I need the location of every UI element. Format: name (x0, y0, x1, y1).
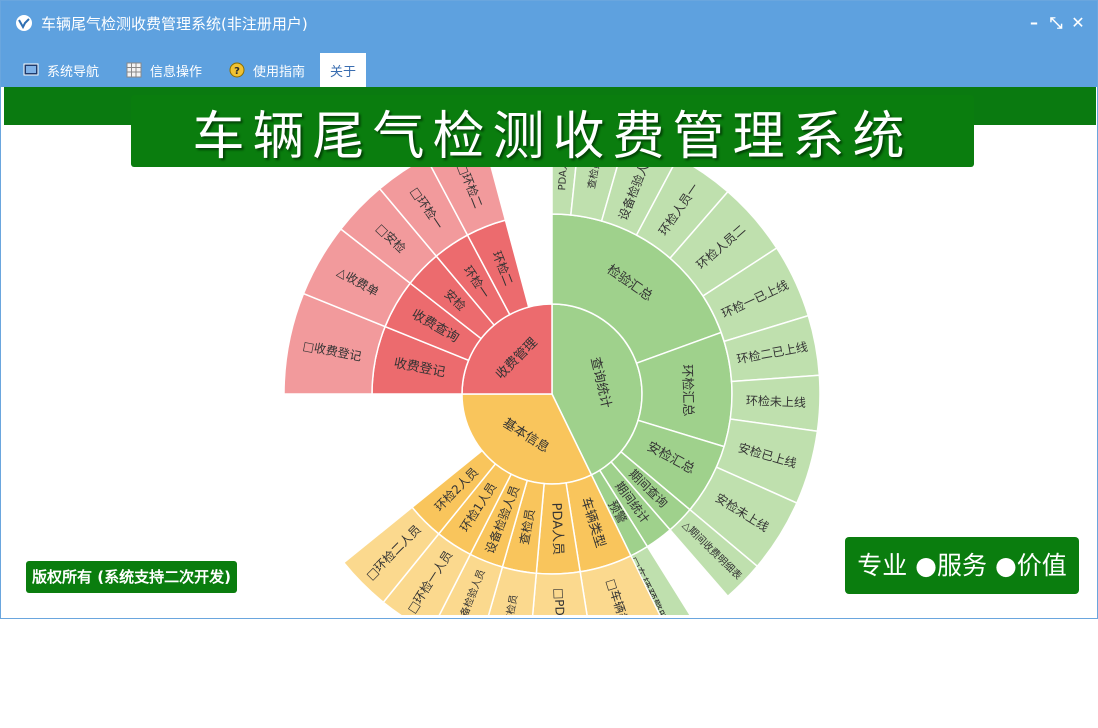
sunburst-child-label: PDA人员 (548, 502, 565, 555)
copyright-badge: 版权所有 (系统支持二次开发) (26, 561, 237, 593)
app-logo-icon (16, 15, 32, 31)
menu-bar: 系统导航 信息操作 ? 使用指南 关于 (1, 47, 1097, 87)
close-button[interactable]: ✕ (1069, 13, 1087, 33)
restore-button[interactable]: ⤡ (1047, 13, 1065, 33)
menu-user-guide[interactable]: ? 使用指南 (229, 53, 305, 87)
main-content: 查询统计 检验汇总 PDA人员 查检员 设备检验人员 环检人员一 环检人员二 环检汇总 环检一已… (4, 87, 1096, 615)
menu-label: 信息操作 (150, 64, 203, 80)
menu-label: 使用指南 (253, 64, 306, 80)
banner: 车辆尾气检测收费管理系统 (131, 95, 974, 167)
sunburst-leaf-label: □PDA人员 (552, 588, 568, 615)
menu-label: 系统导航 (47, 64, 100, 80)
minimize-button[interactable]: – (1025, 13, 1043, 33)
menu-about[interactable]: 关于 (320, 53, 367, 87)
window-title: 车辆尾气检测收费管理系统(非注册用户) (41, 15, 308, 33)
menu-system-navigation[interactable]: 系统导航 (23, 53, 99, 87)
slogan-badge: 专业 ●服务 ●价值 (845, 537, 1079, 594)
banner-title: 车辆尾气检测收费管理系统 (192, 106, 913, 167)
menu-info-operation[interactable]: 信息操作 (126, 53, 202, 87)
sunburst-leaf-label: 环检未上线 (746, 393, 807, 410)
menu-label: 关于 (330, 64, 357, 80)
sunburst-child-label: 环检汇总 (679, 364, 695, 416)
monitor-icon (23, 63, 39, 76)
grid-icon (126, 62, 142, 78)
title-bar[interactable]: 车辆尾气检测收费管理系统(非注册用户) – ⤡ ✕ (1, 1, 1097, 47)
help-icon: ? (229, 62, 245, 78)
application-window: 车辆尾气检测收费管理系统(非注册用户) – ⤡ ✕ 系统导航 信息操作 ? 使用… (0, 0, 1098, 619)
svg-text:?: ? (234, 66, 240, 77)
